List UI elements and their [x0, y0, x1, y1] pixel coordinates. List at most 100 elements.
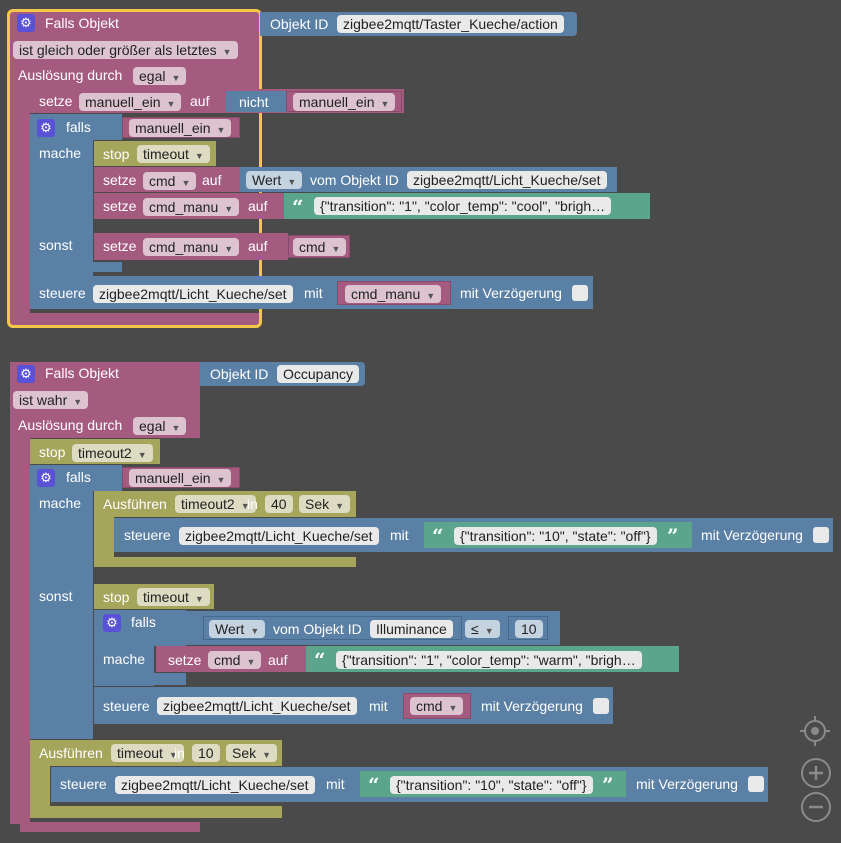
nicht-label: nicht [239, 94, 269, 110]
variable-dropdown[interactable]: cmd_manu ▼ [143, 238, 240, 256]
zoom-out-icon[interactable] [800, 791, 832, 823]
variable-dropdown[interactable]: cmd ▼ [143, 172, 197, 190]
delay-checkbox[interactable] [748, 776, 764, 792]
variable-dropdown[interactable]: manuell_ein ▼ [129, 119, 232, 137]
in-label: in [247, 496, 258, 512]
auf-label: auf [248, 238, 268, 254]
text-field[interactable]: {"transition": "1", "color_temp": "cool"… [314, 197, 612, 215]
stop-label: stop [103, 589, 130, 605]
stop-label: stop [39, 444, 66, 460]
falls-label: falls [131, 614, 156, 630]
unit-dropdown[interactable]: Sek ▼ [299, 495, 351, 513]
object-id-field[interactable]: zigbee2mqtt/Licht_Kueche/set [179, 527, 379, 545]
object-id-field[interactable]: zigbee2mqtt/Licht_Kueche/set [157, 697, 357, 715]
ausfuehren-label: Ausführen [39, 745, 103, 761]
timer-dropdown[interactable]: timeout2 ▼ [175, 495, 256, 513]
timer-dropdown[interactable]: timeout ▼ [137, 588, 210, 606]
ausfuehren-label: Ausführen [103, 496, 167, 512]
variable-dropdown[interactable]: cmd_manu ▼ [143, 198, 240, 216]
zoom-in-icon[interactable] [800, 757, 832, 789]
steuere-label: steuere [60, 776, 107, 792]
mit-label: mit [304, 285, 323, 301]
delay-checkbox[interactable] [813, 527, 829, 543]
object-id-field[interactable]: Illuminance [370, 620, 453, 638]
mit-verzoegerung-label: mit Verzögerung [460, 285, 562, 301]
gear-icon[interactable]: ⚙ [17, 14, 35, 32]
object-id-field[interactable]: Occupancy [277, 365, 360, 383]
crosshair-icon[interactable] [798, 714, 832, 748]
open-quote-icon: “ [368, 773, 380, 797]
in-label: in [174, 745, 185, 761]
gear-icon[interactable]: ⚙ [37, 119, 55, 137]
mit-label: mit [369, 698, 388, 714]
gear-icon[interactable]: ⚙ [17, 365, 35, 383]
falls-label: falls [66, 119, 91, 135]
variable-dropdown[interactable]: cmd ▼ [410, 697, 464, 715]
ausfuehren-footer [30, 806, 282, 818]
falls-label: falls [66, 469, 91, 485]
delay-checkbox[interactable] [572, 285, 588, 301]
setze-label: setze [103, 238, 137, 254]
open-quote-icon: “ [432, 524, 444, 548]
setze-label: setze [168, 652, 202, 668]
mit-label: mit [326, 776, 345, 792]
ausfuehren-footer [94, 557, 356, 567]
object-id-field[interactable]: zigbee2mqtt/Licht_Kueche/set [407, 171, 607, 189]
timer-dropdown[interactable]: timeout2 ▼ [72, 444, 153, 462]
timer-dropdown[interactable]: timeout ▼ [111, 744, 184, 762]
trigger-dropdown[interactable]: egal ▼ [133, 67, 187, 85]
text-field[interactable]: {"transition": "10", "state": "off"} [454, 527, 657, 545]
if-block-spine [30, 491, 93, 739]
gear-icon[interactable]: ⚙ [103, 614, 121, 632]
if-block-footer [30, 262, 122, 272]
variable-dropdown[interactable]: manuell_ein ▼ [129, 469, 232, 487]
delay-checkbox[interactable] [593, 698, 609, 714]
sonst-label: sonst [39, 588, 73, 604]
value-type-dropdown[interactable]: Wert ▼ [246, 171, 303, 189]
falls-objekt-label: Falls Objekt [45, 365, 119, 381]
object-id-field[interactable]: zigbee2mqtt/Licht_Kueche/set [93, 285, 293, 303]
variable-dropdown[interactable]: cmd ▼ [293, 238, 347, 256]
delay-field[interactable]: 10 [192, 744, 220, 762]
objekt-id-label: Objekt ID [210, 366, 269, 382]
stop-label: stop [103, 146, 130, 162]
close-quote-icon: ” [667, 524, 679, 548]
setze-label: setze [103, 198, 137, 214]
vom-objekt-id-label: vom Objekt ID [310, 172, 399, 188]
variable-dropdown[interactable]: cmd ▼ [208, 651, 262, 669]
objekt-id-label: Objekt ID [270, 16, 329, 32]
operator-dropdown[interactable]: ≤ ▼ [465, 620, 500, 638]
mache-label: mache [103, 651, 146, 667]
open-quote-icon: “ [292, 195, 304, 219]
threshold-field[interactable]: 10 [515, 620, 543, 638]
object-id-field[interactable]: zigbee2mqtt/Licht_Kueche/set [115, 776, 315, 794]
mache-label: mache [39, 495, 82, 511]
delay-field[interactable]: 40 [265, 495, 293, 513]
trigger-dropdown[interactable]: egal ▼ [133, 417, 187, 435]
ausloesung-label: Auslösung durch [18, 67, 123, 83]
timer-dropdown[interactable]: timeout ▼ [137, 145, 210, 163]
sonst-label: sonst [39, 237, 73, 253]
gear-icon[interactable]: ⚙ [37, 469, 55, 487]
mit-verzoegerung-label: mit Verzögerung [481, 698, 583, 714]
variable-dropdown[interactable]: manuell_ein ▼ [293, 93, 396, 111]
variable-dropdown[interactable]: manuell_ein ▼ [79, 93, 182, 111]
condition-dropdown[interactable]: ist wahr ▼ [13, 391, 89, 409]
text-field[interactable]: {"transition": "10", "state": "off"} [390, 776, 593, 794]
vom-objekt-id-label: vom Objekt ID [273, 621, 362, 637]
falls-objekt-label: Falls Objekt [45, 15, 119, 31]
value-type-dropdown[interactable]: Wert ▼ [209, 620, 266, 638]
variable-dropdown[interactable]: cmd_manu ▼ [345, 285, 442, 303]
object-id-field[interactable]: zigbee2mqtt/Taster_Kueche/action [337, 15, 564, 33]
setze-label: setze [103, 172, 137, 188]
steuere-label: steuere [103, 698, 150, 714]
setze-label: setze [39, 93, 73, 109]
auf-label: auf [248, 198, 268, 214]
event-block-spine [10, 438, 30, 824]
ausfuehren-spine [94, 517, 114, 559]
text-field[interactable]: {"transition": "1", "color_temp": "warm"… [336, 651, 642, 669]
condition-dropdown[interactable]: ist gleich oder größer als letztes ▼ [13, 41, 238, 59]
steuere-label: steuere [39, 285, 86, 301]
close-quote-icon: ” [602, 773, 614, 797]
unit-dropdown[interactable]: Sek ▼ [226, 744, 278, 762]
